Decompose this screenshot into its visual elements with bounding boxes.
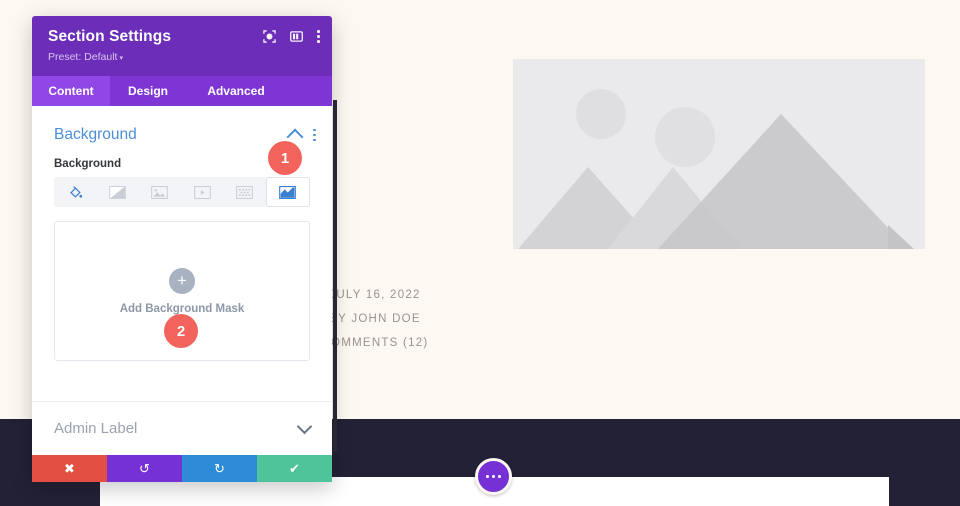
panel-footer: ✖ ↺ ↻ ✔ (32, 455, 332, 482)
panel-header-icons (263, 30, 320, 43)
section-settings-modal: Section Settings Preset: Default ▾ Conte… (32, 16, 332, 482)
panel-tab-bar: Content Design Advanced (32, 76, 332, 106)
focus-target-icon[interactable] (263, 30, 277, 43)
panel-divider (333, 100, 337, 452)
background-group-title[interactable]: Background (54, 126, 289, 144)
ellipsis-icon (486, 474, 490, 479)
admin-label-row[interactable]: Admin Label (32, 401, 332, 455)
tab-design[interactable]: Design (110, 76, 186, 106)
save-button[interactable]: ✔ (257, 455, 332, 482)
chevron-down-icon: ▾ (119, 55, 123, 62)
background-group-header: Background (32, 106, 332, 146)
ellipsis-icon (497, 474, 501, 479)
more-options-icon[interactable] (317, 30, 320, 43)
callout-badge-1: 1 (268, 141, 302, 175)
add-background-mask-label: Add Background Mask (119, 302, 245, 315)
plus-icon[interactable]: + (169, 267, 195, 294)
chevron-down-icon[interactable] (296, 418, 313, 434)
background-color-icon[interactable] (54, 177, 96, 207)
undo-button[interactable]: ↺ (107, 455, 182, 482)
panel-preset[interactable]: Preset: Default ▾ (48, 51, 316, 63)
background-gradient-icon[interactable] (96, 177, 138, 207)
panel-header: Section Settings Preset: Default ▾ (32, 16, 332, 76)
layout-columns-icon[interactable] (290, 30, 304, 43)
background-image-icon[interactable] (139, 177, 181, 207)
page-settings-fab[interactable] (475, 458, 512, 495)
background-type-tabs (54, 177, 310, 207)
panel-preset-label: Preset: Default (48, 51, 118, 63)
admin-label-title: Admin Label (54, 420, 138, 437)
background-mask-icon[interactable] (265, 177, 310, 207)
more-options-icon[interactable] (313, 128, 316, 142)
ellipsis-icon (491, 474, 496, 479)
callout-badge-2: 2 (164, 314, 198, 348)
placeholder-image-front (513, 59, 888, 249)
discard-button[interactable]: ✖ (32, 455, 107, 482)
background-video-icon[interactable] (181, 177, 223, 207)
redo-button[interactable]: ↻ (182, 455, 257, 482)
background-pattern-icon[interactable] (223, 177, 265, 207)
tab-content[interactable]: Content (32, 76, 110, 106)
tab-advanced[interactable]: Advanced (186, 76, 286, 106)
